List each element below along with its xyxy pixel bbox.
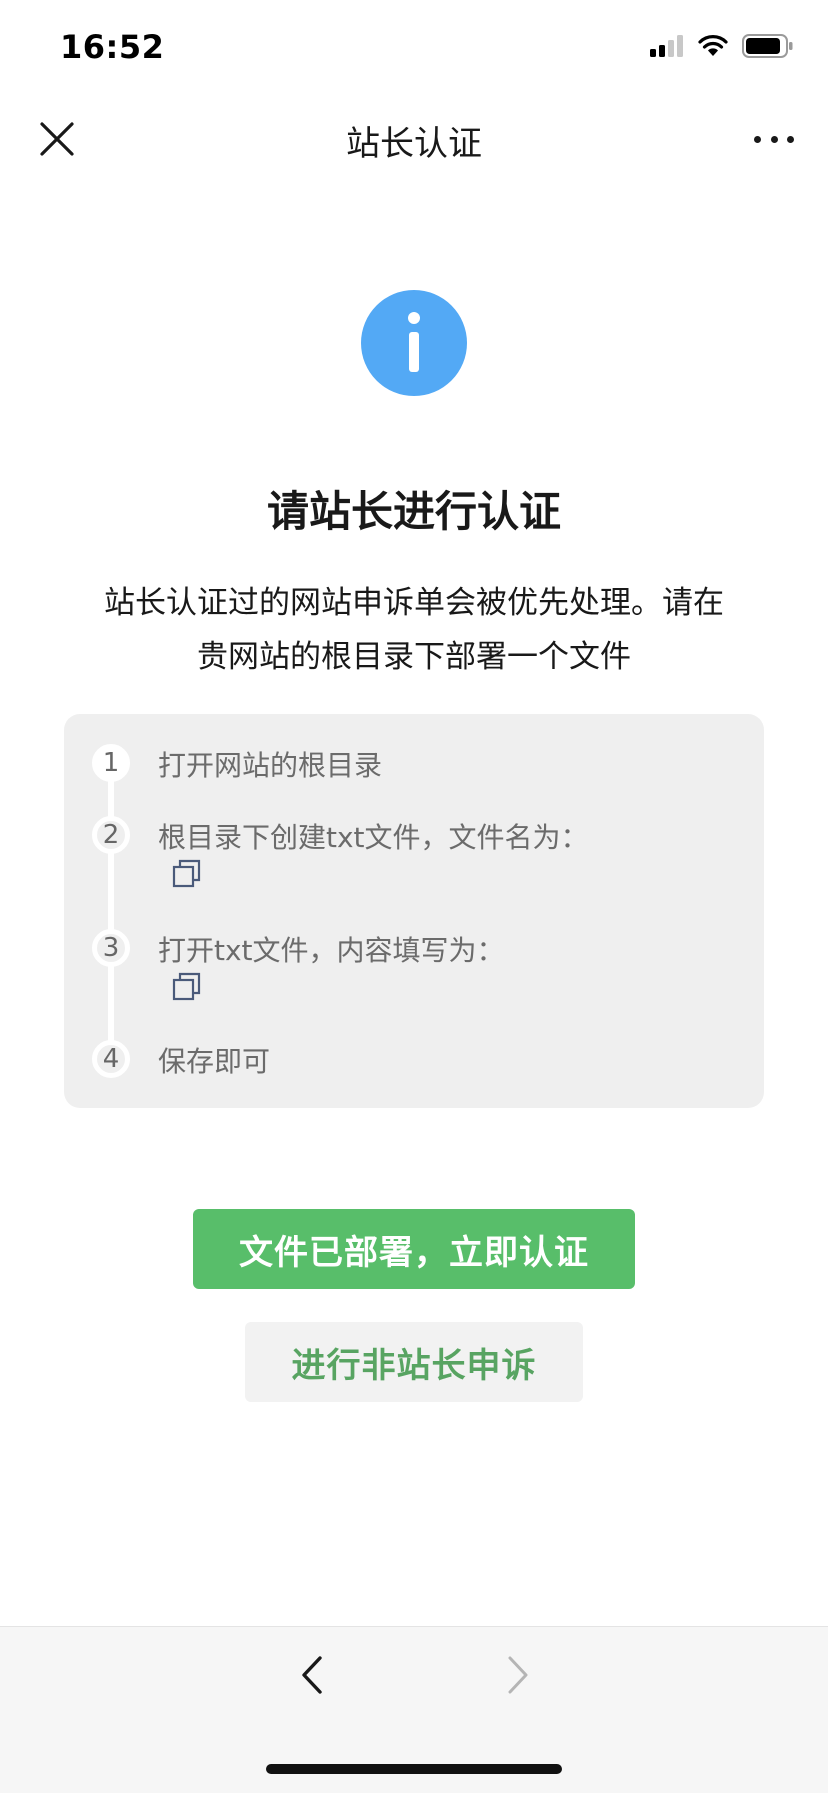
deploy-verify-button[interactable]: 文件已部署，立即认证 bbox=[193, 1209, 635, 1289]
info-icon bbox=[361, 290, 467, 396]
headline: 请站长进行认证 bbox=[266, 487, 561, 536]
wifi-icon bbox=[698, 35, 728, 56]
steps-timeline bbox=[108, 762, 114, 1058]
more-icon[interactable] bbox=[754, 132, 794, 146]
step-text: 根目录下创建txt文件，文件名为： bbox=[158, 821, 589, 854]
step-number: 2 bbox=[92, 816, 130, 854]
battery-icon bbox=[742, 34, 793, 58]
description-line-1: 站长认证过的网站申诉单会被优先处理。请在 bbox=[104, 585, 724, 621]
step-text: 打开txt文件，内容填写为： bbox=[158, 934, 505, 967]
signal-icon bbox=[650, 35, 683, 57]
step-text: 打开网站的根目录 bbox=[158, 749, 383, 782]
non-owner-appeal-button[interactable]: 进行非站长申诉 bbox=[245, 1322, 583, 1402]
chevron-right-icon[interactable] bbox=[502, 1654, 532, 1696]
step-number: 4 bbox=[92, 1040, 130, 1078]
step-number: 1 bbox=[92, 744, 130, 782]
copy-icon[interactable] bbox=[172, 858, 202, 888]
copy-icon[interactable] bbox=[172, 971, 202, 1001]
step-text: 保存即可 bbox=[158, 1045, 271, 1078]
status-icons bbox=[650, 34, 794, 58]
description: 站长认证过的网站申诉单会被优先处理。请在 贵网站的根目录下部署一个文件 bbox=[60, 576, 768, 684]
home-indicator bbox=[266, 1764, 562, 1774]
page-title: 站长认证 bbox=[346, 124, 482, 164]
status-time: 16:52 bbox=[60, 28, 165, 66]
description-line-2: 贵网站的根目录下部署一个文件 bbox=[197, 639, 631, 675]
chevron-left-icon[interactable] bbox=[298, 1654, 328, 1696]
step-number: 3 bbox=[92, 929, 130, 967]
